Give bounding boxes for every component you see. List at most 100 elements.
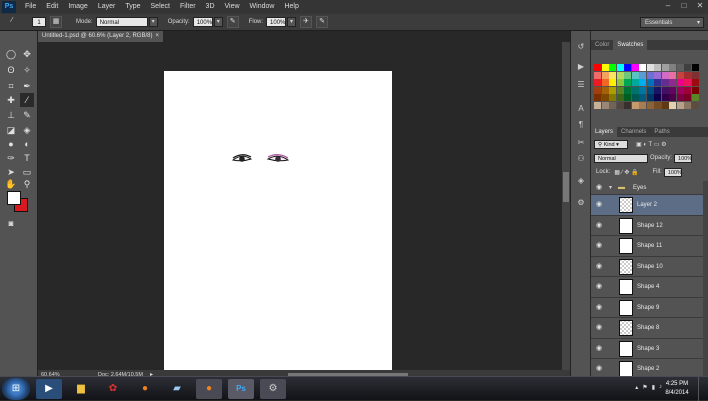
zoom-tool-icon[interactable]: ⚲ — [20, 177, 34, 191]
menu-image[interactable]: Image — [63, 0, 92, 14]
visibility-eye-icon[interactable]: ◉ — [594, 364, 604, 373]
color-swatch[interactable] — [616, 79, 624, 86]
color-swatch[interactable] — [601, 64, 609, 71]
color-swatch[interactable] — [609, 79, 616, 86]
color-swatch[interactable] — [691, 64, 699, 71]
quick-mask-icon[interactable]: ◙ — [4, 217, 18, 231]
color-swatch[interactable] — [609, 64, 616, 71]
dodge-tool-icon[interactable]: ◐ — [20, 137, 34, 151]
clock[interactable]: 4:25 PM 8/4/2014 — [660, 380, 694, 398]
color-swatch[interactable] — [624, 94, 631, 101]
eraser-tool-icon[interactable]: ◪ — [4, 123, 18, 137]
color-swatch[interactable] — [616, 86, 624, 94]
color-swatch[interactable] — [661, 71, 669, 79]
color-swatch[interactable] — [631, 94, 639, 101]
history-panel-icon[interactable]: ↺ — [575, 41, 587, 53]
color-swatch[interactable] — [631, 79, 639, 86]
layers-scrollbar[interactable] — [703, 181, 708, 376]
history-brush-tool-icon[interactable]: ✎ — [20, 108, 34, 122]
color-swatch[interactable] — [684, 86, 691, 94]
layer-fill-field[interactable]: 100% — [663, 167, 682, 177]
media-player-icon[interactable]: ▶ — [36, 379, 62, 399]
layer-row[interactable]: ◉ Layer 2 — [591, 195, 703, 216]
window-switcher-icon[interactable]: ▰ — [164, 379, 190, 399]
character-panel-icon[interactable]: A — [575, 103, 587, 115]
crop-tool-icon[interactable]: ⌗ — [4, 79, 18, 93]
tray-arrow-icon[interactable]: ▴ — [635, 384, 638, 391]
clone-stamp-tool-icon[interactable]: ⊥ — [4, 108, 18, 122]
network-icon[interactable]: ▮ — [652, 384, 655, 391]
color-swatch[interactable] — [601, 79, 609, 86]
tab-color[interactable]: Color — [591, 40, 613, 50]
brush-size-field[interactable]: 1 — [32, 17, 46, 27]
brush-tool-preset-icon[interactable]: ⁄ — [6, 16, 18, 28]
color-swatch[interactable] — [669, 94, 676, 101]
menu-edit[interactable]: Edit — [41, 0, 63, 14]
tab-layers[interactable]: Layers — [591, 127, 618, 137]
layer-kind-filter[interactable]: ⚲ Kind ▾ — [594, 139, 628, 149]
color-swatch[interactable] — [609, 86, 616, 94]
color-swatch[interactable] — [676, 94, 684, 101]
app-red-icon[interactable]: ✿ — [100, 379, 126, 399]
color-swatch[interactable] — [639, 71, 646, 79]
firefox-active-icon[interactable]: ● — [196, 379, 222, 399]
lock-icons[interactable]: ▦ ⁄ ✥ 🔒 — [614, 169, 638, 176]
color-swatch[interactable] — [639, 101, 646, 109]
menu-layer[interactable]: Layer — [93, 0, 121, 14]
airbrush-icon[interactable]: ✈ — [300, 16, 313, 28]
close-button[interactable]: ✕ — [692, 0, 708, 11]
color-swatch[interactable] — [609, 94, 616, 101]
maximize-button[interactable]: □ — [676, 0, 692, 11]
color-swatch[interactable] — [639, 94, 646, 101]
color-swatch[interactable] — [676, 86, 684, 94]
color-swatch[interactable] — [676, 79, 684, 86]
firefox-icon[interactable]: ● — [132, 379, 158, 399]
menu-select[interactable]: Select — [146, 0, 175, 14]
color-swatch[interactable] — [691, 79, 699, 86]
color-swatch[interactable] — [661, 101, 669, 109]
marquee-tool-icon[interactable]: ◯ — [4, 47, 18, 61]
color-swatch[interactable] — [624, 86, 631, 94]
color-swatch[interactable] — [609, 71, 616, 79]
color-swatch[interactable] — [654, 71, 661, 79]
color-swatch[interactable] — [684, 101, 691, 109]
color-swatch[interactable] — [594, 71, 601, 79]
color-swatch[interactable] — [676, 101, 684, 109]
color-swatch[interactable] — [669, 71, 676, 79]
color-swatch[interactable] — [601, 86, 609, 94]
canvas-vertical-scrollbar[interactable] — [562, 42, 570, 370]
color-swatch[interactable] — [684, 79, 691, 86]
layer-row[interactable]: ◉ Shape 11 — [591, 236, 703, 257]
close-tab-icon[interactable]: × — [155, 31, 159, 42]
menu-window[interactable]: Window — [245, 0, 280, 14]
color-swatch[interactable] — [624, 64, 631, 71]
menu-type[interactable]: Type — [120, 0, 145, 14]
color-swatch[interactable] — [624, 101, 631, 109]
layer-row[interactable]: ◉ Shape 12 — [591, 215, 703, 236]
layer-row[interactable]: ◉ Shape 2 — [591, 359, 703, 376]
flow-dropdown-arrow-icon[interactable]: ▾ — [287, 17, 297, 27]
hand-tool-icon[interactable]: ✋ — [4, 177, 18, 191]
color-swatch[interactable] — [594, 64, 601, 71]
color-swatch[interactable] — [601, 94, 609, 101]
paint-bucket-tool-icon[interactable]: ◈ — [20, 123, 34, 137]
pen-tool-icon[interactable]: ✑ — [4, 151, 18, 165]
visibility-eye-icon[interactable]: ◉ — [594, 323, 604, 332]
adjustments-panel-icon[interactable]: ⚙ — [575, 197, 587, 209]
paragraph-panel-icon[interactable]: ¶ — [575, 119, 587, 131]
color-swatch[interactable] — [616, 71, 624, 79]
layer-group-eyes[interactable]: ◉ ▾ ▬ Eyes — [591, 181, 703, 195]
layer-row[interactable]: ◉ Shape 4 — [591, 277, 703, 298]
visibility-eye-icon[interactable]: ◉ — [594, 221, 604, 230]
color-swatch[interactable] — [691, 101, 699, 109]
brush-tool-icon[interactable]: ⁄ — [20, 93, 34, 107]
document-canvas[interactable] — [164, 71, 392, 371]
flag-icon[interactable]: ⚑ — [642, 384, 647, 391]
visibility-eye-icon[interactable]: ◉ — [594, 303, 604, 312]
move-tool-icon[interactable]: ✥ — [20, 47, 34, 61]
visibility-eye-icon[interactable]: ◉ — [594, 183, 604, 192]
color-swatch[interactable] — [661, 79, 669, 86]
color-swatch[interactable] — [654, 94, 661, 101]
menu-3d[interactable]: 3D — [201, 0, 220, 14]
mode-dropdown-arrow-icon[interactable]: ▾ — [148, 17, 158, 27]
